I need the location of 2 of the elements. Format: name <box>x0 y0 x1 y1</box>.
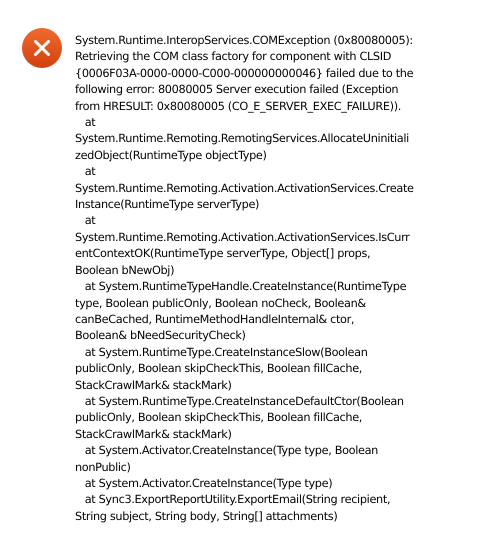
error-icon <box>22 28 62 68</box>
error-message: System.Runtime.InteropServices.COMException (0x80080005): Retrieving the COM class factory for component with CLSID {0006F03A-0000-0000-C000-000000000046} failed due to the following error: 80080005 Server execution failed (Exception from HRESULT: 0x80080005 (CO_E_SERVER_EXEC_FAILURE)). at System.Runtime.Remoting.RemotingServices.AllocateUninitiali zedObject(RuntimeType objectType) at System.Runtime.Remoting.Activation.ActivationServices.Create Instance(RuntimeType serverType) at System.Runtime.Remoting.Activation.ActivationServices.IsCurr entContextOK(RuntimeType serverType, Object[] props, Boolean bNewObj) at System.RuntimeTypeHandle.CreateInstance(RuntimeType type, Boolean publicOnly, Boolean noCheck, Boolean& canBeCached, RuntimeMethodHandleInternal& ctor, Boolean& bNeedSecurityCheck) at System.RuntimeType.CreateInstanceSlow(Boolean publicOnly, Boolean skipCheckThis, Boolean fillCache, StackCrawlMark& stackMark) at System.RuntimeType.CreateInstanceDefaultCtor(Boolean publicOnly, Boolean skipCheckThis, Boolean fillCache, StackCrawlMark& stackMark) at System.Activator.CreateInstance(Type type, Boolean nonPublic) at System.Activator.CreateInstance(Type type) at Sync3.ExportReportUtility.ExportEmail(String recipient, String subject, String body, String[] attachments) <box>75 33 414 525</box>
